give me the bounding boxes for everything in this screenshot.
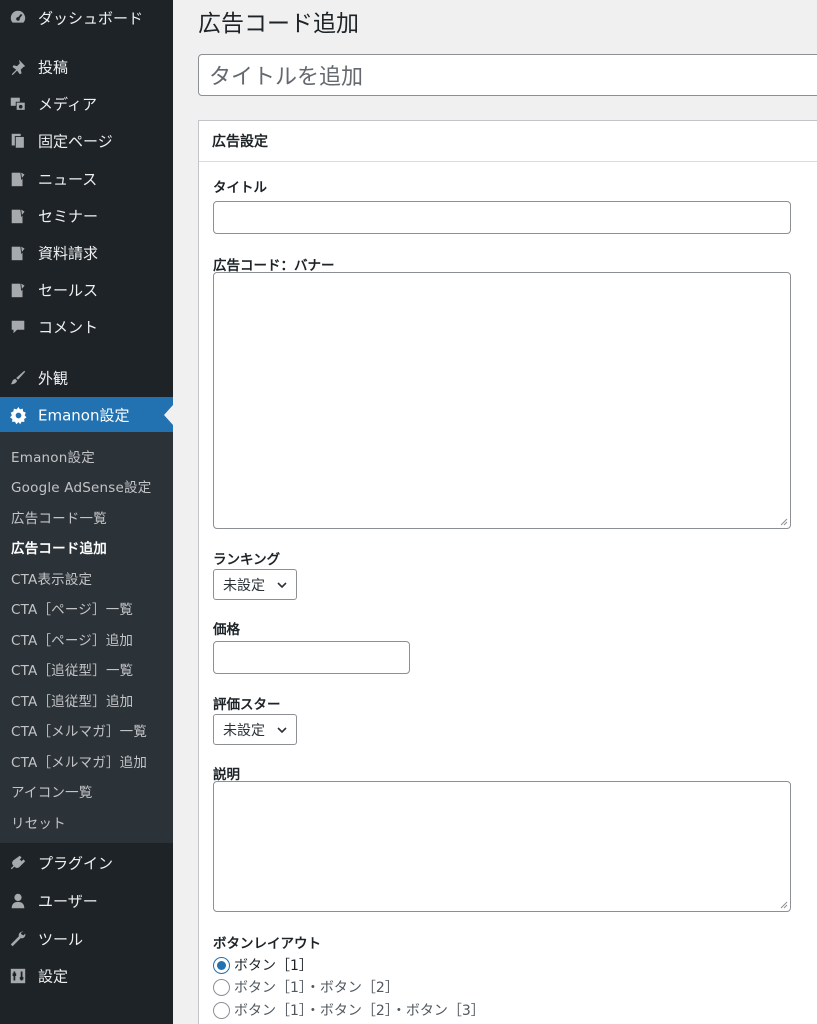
gear-icon xyxy=(8,405,28,425)
radio-unchecked[interactable] xyxy=(213,978,230,996)
menu-label: 固定ページ xyxy=(38,132,113,151)
menu-users[interactable]: ユーザー xyxy=(0,884,173,918)
button-layout-label: ボタンレイアウト xyxy=(213,936,321,952)
post-title-input[interactable]: タイトルを追加 xyxy=(198,54,817,96)
button-layout-option-3[interactable]: ボタン［1］・ボタン［2］・ボタン［3］ xyxy=(213,1000,485,1020)
button-layout-option-2[interactable]: ボタン［1］・ボタン［2］ xyxy=(213,977,399,997)
rating-label: 評価スター xyxy=(213,697,281,713)
menu-label: ダッシュボード xyxy=(38,9,144,28)
submenu-cta-display[interactable]: CTA表示設定 xyxy=(11,567,92,589)
post-icon xyxy=(8,243,28,263)
menu-sales[interactable]: セールス xyxy=(0,273,173,307)
dashboard-icon xyxy=(8,8,28,28)
menu-label: ユーザー xyxy=(38,892,98,911)
ranking-label: ランキング xyxy=(213,552,281,568)
button-layout-option-label: ボタン［1］ xyxy=(234,958,313,974)
metabox-heading: 広告設定 xyxy=(199,121,817,162)
banner-code-textarea[interactable] xyxy=(213,272,791,529)
submenu-cta-follow-add[interactable]: CTA［追従型］追加 xyxy=(11,689,133,711)
ranking-select-value: 未設定 xyxy=(223,577,265,594)
chevron-down-icon xyxy=(277,727,287,734)
post-icon xyxy=(8,169,28,189)
menu-label: 設定 xyxy=(38,967,69,986)
menu-label: メディア xyxy=(38,95,97,114)
title-label: タイトル xyxy=(213,180,267,196)
post-icon xyxy=(8,206,28,226)
button-layout-option-label: ボタン［1］・ボタン［2］ xyxy=(234,980,399,996)
description-label: 説明 xyxy=(213,767,240,783)
brush-icon xyxy=(8,368,28,388)
description-textarea[interactable] xyxy=(213,781,791,912)
menu-tools[interactable]: ツール xyxy=(0,922,173,956)
submenu-icon-list[interactable]: アイコン一覧 xyxy=(11,780,93,802)
menu-label: セミナー xyxy=(38,207,99,226)
menu-label: ツール xyxy=(38,930,84,949)
submenu-cta-mail-list[interactable]: CTA［メルマガ］一覧 xyxy=(11,719,147,741)
submenu-cta-follow-list[interactable]: CTA［追従型］一覧 xyxy=(11,658,133,680)
page-title: 広告コード追加 xyxy=(198,11,359,37)
button-layout-option-label: ボタン［1］・ボタン［2］・ボタン［3］ xyxy=(234,1003,485,1019)
menu-label: 外観 xyxy=(38,369,69,388)
chevron-down-icon xyxy=(277,582,287,589)
radio-unchecked[interactable] xyxy=(213,1001,230,1019)
media-icon xyxy=(8,94,28,114)
submenu-reset[interactable]: リセット xyxy=(11,811,66,833)
menu-appearance[interactable]: 外観 xyxy=(0,361,173,395)
submenu-cta-page-list[interactable]: CTA［ページ］一覧 xyxy=(11,597,133,619)
ranking-select[interactable]: 未設定 xyxy=(213,569,297,600)
rating-select[interactable]: 未設定 xyxy=(213,714,297,745)
radio-checked[interactable] xyxy=(213,956,230,974)
plugin-icon xyxy=(8,853,28,873)
menu-label: プラグイン xyxy=(38,854,114,873)
banner-code-label: 広告コード：バナー xyxy=(213,258,335,274)
menu-dashboard[interactable]: ダッシュボード xyxy=(0,1,173,35)
menu-label: Emanon設定 xyxy=(38,406,130,425)
menu-settings[interactable]: 設定 xyxy=(0,959,173,993)
menu-label: コメント xyxy=(38,318,99,337)
menu-media[interactable]: メディア xyxy=(0,87,173,121)
resize-handle-icon[interactable] xyxy=(778,516,788,526)
menu-seminar[interactable]: セミナー xyxy=(0,199,173,233)
current-menu-arrow xyxy=(164,405,173,425)
menu-label: 投稿 xyxy=(38,58,69,77)
submenu-emanon-settings[interactable]: Emanon設定 xyxy=(11,445,95,467)
pin-icon xyxy=(8,57,28,77)
user-icon xyxy=(8,891,28,911)
comment-icon xyxy=(8,317,28,337)
menu-pages[interactable]: 固定ページ xyxy=(0,124,173,158)
menu-label: セールス xyxy=(38,281,99,300)
emanon-submenu: Emanon設定 Google AdSense設定 広告コード一覧 広告コード追… xyxy=(0,432,173,843)
admin-sidebar: ダッシュボード 投稿 メディア 固定ページ ニュース セミナー 資料請求 セール… xyxy=(0,0,173,1024)
submenu-ad-code-add[interactable]: 広告コード追加 xyxy=(11,536,107,558)
menu-label: ニュース xyxy=(38,170,98,189)
menu-emanon-settings[interactable]: Emanon設定 xyxy=(0,397,173,433)
title-placeholder: タイトルを追加 xyxy=(209,65,364,90)
submenu-cta-page-add[interactable]: CTA［ページ］追加 xyxy=(11,628,133,650)
submenu-ad-code-list[interactable]: 広告コード一覧 xyxy=(11,506,107,528)
rating-select-value: 未設定 xyxy=(223,722,265,739)
resize-handle-icon[interactable] xyxy=(778,899,788,909)
pages-icon xyxy=(8,131,28,151)
menu-posts[interactable]: 投稿 xyxy=(0,50,173,84)
wrench-icon xyxy=(8,929,28,949)
submenu-cta-mail-add[interactable]: CTA［メルマガ］追加 xyxy=(11,750,147,772)
post-icon xyxy=(8,280,28,300)
menu-comments[interactable]: コメント xyxy=(0,310,173,344)
menu-news[interactable]: ニュース xyxy=(0,162,173,196)
menu-plugins[interactable]: プラグイン xyxy=(0,846,173,880)
button-layout-option-1[interactable]: ボタン［1］ xyxy=(213,955,313,975)
ad-title-input[interactable] xyxy=(213,201,791,234)
menu-document-request[interactable]: 資料請求 xyxy=(0,236,173,270)
price-label: 価格 xyxy=(213,622,240,638)
price-input[interactable] xyxy=(213,641,410,674)
settings-icon xyxy=(8,966,28,986)
menu-label: 資料請求 xyxy=(38,244,99,263)
ad-settings-metabox: 広告設定 タイトル 広告コード：バナー ランキング 未設定 価格 評価スター 未… xyxy=(198,120,817,1024)
submenu-adsense-settings[interactable]: Google AdSense設定 xyxy=(11,475,151,497)
